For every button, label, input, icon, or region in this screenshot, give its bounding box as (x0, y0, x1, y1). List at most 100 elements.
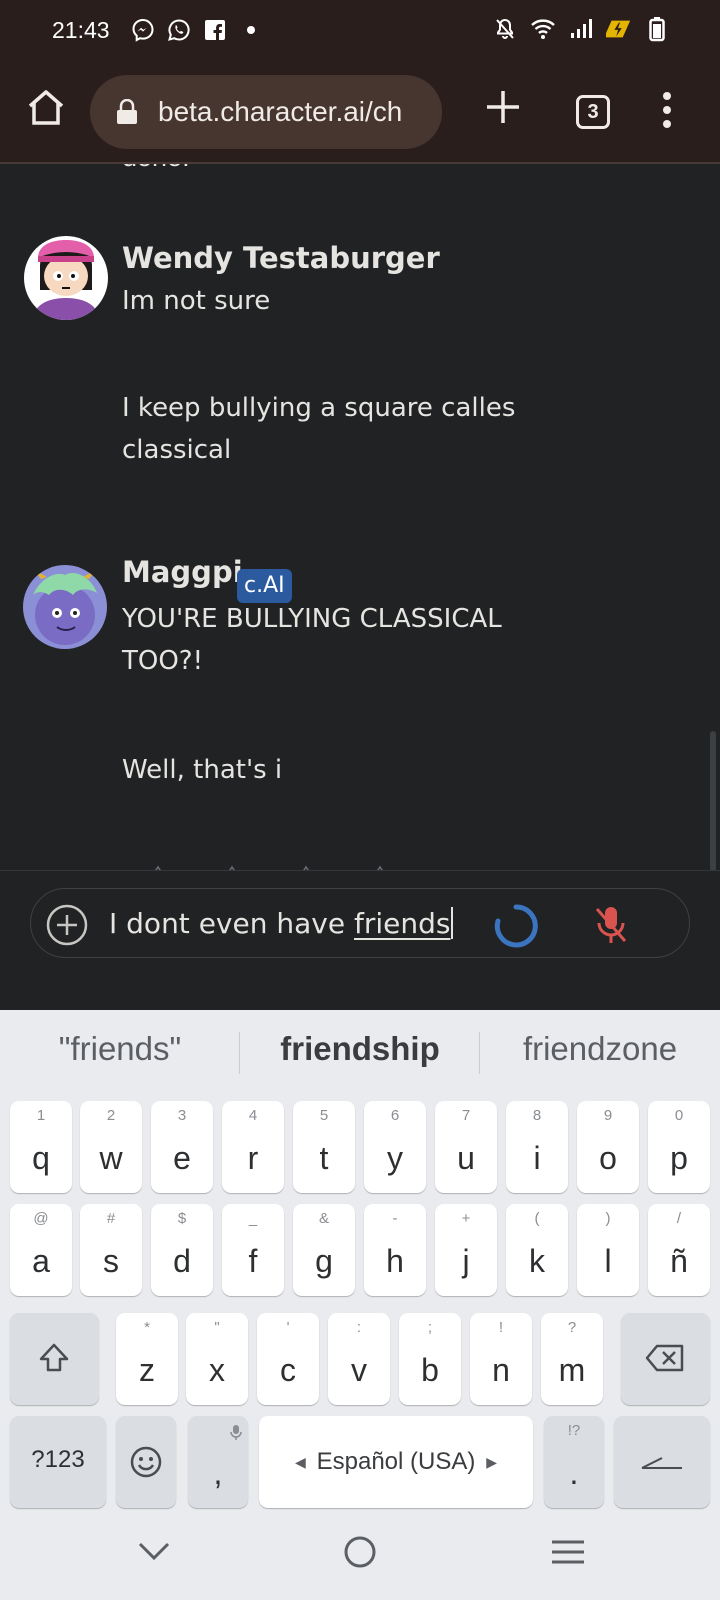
chat-messages[interactable]: done. Wendy Testaburger Im not sure I ke… (0, 164, 720, 870)
space-right-arrow-icon: ▶ (486, 1454, 497, 1470)
key-a[interactable]: @ a (10, 1204, 72, 1296)
enter-key[interactable] (614, 1416, 710, 1508)
key-t[interactable]: 5t (293, 1101, 355, 1193)
message-input[interactable]: I dont even have friends (30, 888, 690, 958)
backspace-icon (645, 1344, 684, 1372)
key-hint: 3 (177, 1107, 187, 1124)
key-label: x (209, 1352, 225, 1388)
maggpi-avatar[interactable] (23, 565, 107, 649)
dot-icon (238, 17, 264, 43)
home-nav-button[interactable] (338, 1530, 382, 1574)
message-input-text[interactable]: I dont even have friends (109, 907, 454, 940)
recents-nav-button[interactable] (546, 1530, 590, 1574)
new-tab-button[interactable] (483, 87, 523, 127)
home-circle-icon (344, 1536, 376, 1568)
key-y[interactable]: 6y (364, 1101, 426, 1193)
period-key[interactable]: !? . (544, 1416, 604, 1508)
key-hint: ; (427, 1319, 433, 1336)
key-f[interactable]: _ f (222, 1204, 284, 1296)
period-key-label: . (569, 1455, 579, 1491)
typing-indicator (150, 862, 390, 870)
key-l[interactable]: ) l (577, 1204, 639, 1296)
symbols-key[interactable]: ?123 (10, 1416, 106, 1508)
status-bar: 21:43 (0, 0, 720, 62)
shift-icon (39, 1343, 69, 1372)
wendy-avatar[interactable] (24, 236, 108, 320)
key-ñ[interactable]: / ñ (648, 1204, 710, 1296)
key-d[interactable]: $ d (151, 1204, 213, 1296)
key-n[interactable]: ! n (470, 1313, 532, 1405)
key-hint: 6 (390, 1107, 400, 1124)
key-r[interactable]: 4r (222, 1101, 284, 1193)
key-i[interactable]: 8i (506, 1101, 568, 1193)
key-label: n (492, 1352, 510, 1388)
key-w[interactable]: 2w (80, 1101, 142, 1193)
key-v[interactable]: :v (328, 1313, 390, 1405)
home-button[interactable] (24, 86, 68, 130)
key-label: m (558, 1352, 586, 1388)
tab-switcher-button[interactable]: 3 (576, 95, 610, 129)
key-hint: & (318, 1210, 329, 1227)
key-p[interactable]: 0p (648, 1101, 710, 1193)
shift-key[interactable] (10, 1313, 99, 1405)
space-key[interactable]: ◀ Español (USA) ▶ (259, 1416, 533, 1508)
system-navigation-bar (0, 1510, 720, 1600)
enter-icon (641, 1457, 682, 1469)
key-b[interactable]: ; b (399, 1313, 461, 1405)
key-hint: @ (33, 1210, 49, 1227)
key-q[interactable]: 1q (10, 1101, 72, 1193)
key-hint: ' (286, 1319, 290, 1336)
message-composer: I dont even have friends (0, 870, 720, 1010)
key-label: q (32, 1140, 50, 1176)
key-u[interactable]: 7u (435, 1101, 497, 1193)
symbols-key-label: ?123 (31, 1446, 85, 1473)
message-author: Wendy Testaburger (122, 241, 440, 275)
status-time: 21:43 (52, 17, 110, 43)
suggestion-literal[interactable]: "friends" (20, 1030, 220, 1068)
add-attachment-button[interactable] (45, 903, 89, 947)
key-hint: 8 (532, 1107, 542, 1124)
input-text-plain: I dont even have (109, 907, 354, 940)
suggestion-strip: "friends" friendship friendzone (0, 1010, 720, 1096)
key-hint: 1 (36, 1107, 46, 1124)
hide-keyboard-button[interactable] (132, 1530, 176, 1574)
key-j[interactable]: + j (435, 1204, 497, 1296)
key-m[interactable]: ? m (541, 1313, 603, 1405)
comma-key-label: , (213, 1455, 223, 1491)
key-k[interactable]: (k (506, 1204, 568, 1296)
key-hint: $ (177, 1210, 187, 1227)
period-key-sub: !? (567, 1422, 581, 1439)
truncated-message-text: done. (122, 164, 190, 173)
key-hint: - (392, 1210, 398, 1227)
key-g[interactable]: & g (293, 1204, 355, 1296)
key-h[interactable]: -h (364, 1204, 426, 1296)
key-s[interactable]: # s (80, 1204, 142, 1296)
more-vertical-icon (663, 92, 671, 128)
character-avatar-image (24, 236, 108, 320)
menu-lines-icon (552, 1540, 584, 1564)
suggestion-alternate[interactable]: friendzone (490, 1030, 710, 1068)
microphone-off-button[interactable] (591, 903, 631, 947)
mic-off-icon (595, 907, 627, 943)
key-hint: ? (567, 1319, 577, 1336)
key-hint: : (356, 1319, 362, 1336)
overflow-menu-button[interactable] (655, 88, 679, 132)
key-e[interactable]: 3e (151, 1101, 213, 1193)
key-z[interactable]: * z (116, 1313, 178, 1405)
key-o[interactable]: 9o (577, 1101, 639, 1193)
emoji-key[interactable] (116, 1416, 176, 1508)
muted-bell-icon (492, 16, 518, 42)
key-hint: * (144, 1319, 150, 1336)
key-hint: 0 (674, 1107, 684, 1124)
key-x[interactable]: " x (186, 1313, 248, 1405)
battery-icon (644, 16, 670, 42)
suggestion-primary[interactable]: friendship (250, 1030, 470, 1068)
key-hint: ) (605, 1210, 611, 1227)
comma-key[interactable]: , (188, 1416, 248, 1508)
on-screen-keyboard: "friends" friendship friendzone 1q2w3e4r… (0, 1010, 720, 1600)
scrollbar-thumb[interactable] (710, 731, 716, 870)
address-bar[interactable]: beta.character.ai/ch (90, 75, 442, 149)
key-hint: " (214, 1319, 220, 1336)
key-c[interactable]: ' c (257, 1313, 319, 1405)
backspace-key[interactable] (621, 1313, 710, 1405)
